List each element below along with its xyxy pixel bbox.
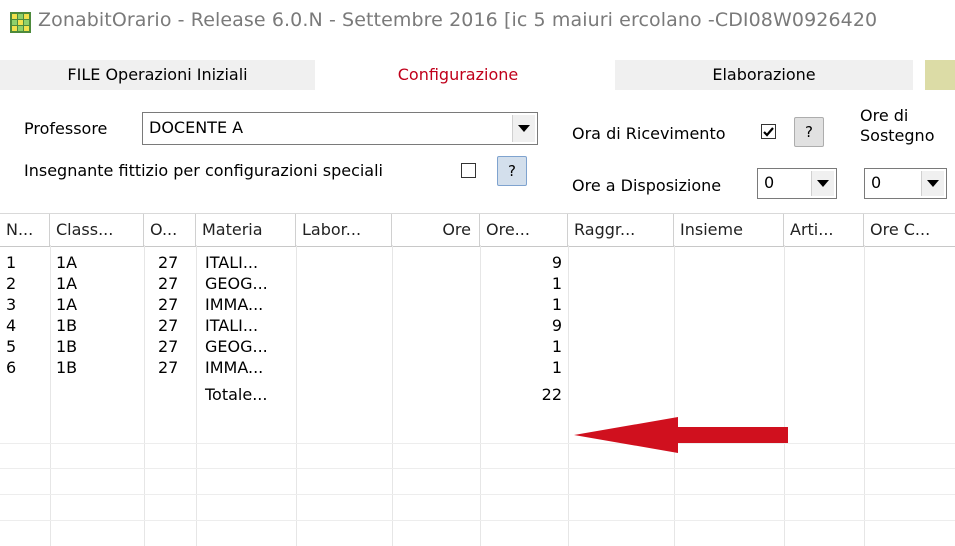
cell-o: 27	[158, 295, 179, 314]
arrow-left-icon	[574, 417, 788, 453]
cell-o: 27	[158, 274, 179, 293]
cell-materia: IMMA...	[205, 358, 264, 377]
cell-ore: 1	[551, 274, 562, 293]
column-header[interactable]: N...	[0, 214, 50, 246]
chevron-down-icon[interactable]	[811, 171, 834, 196]
cell-materia: GEOG...	[205, 274, 268, 293]
column-header[interactable]: Ore C...	[864, 214, 955, 246]
row-divider	[0, 468, 955, 469]
disposizione-select[interactable]: 0	[757, 168, 837, 199]
row-divider	[0, 443, 955, 444]
cell-o: 27	[158, 337, 179, 356]
cell-materia: ITALI...	[205, 253, 259, 272]
cell-n: 4	[6, 316, 17, 335]
fittizio-help-button[interactable]: ?	[497, 156, 527, 186]
column-header[interactable]: Arti...	[784, 214, 864, 246]
cell-ore: 1	[551, 337, 562, 356]
row-divider	[0, 520, 955, 521]
column-header[interactable]: Raggr...	[568, 214, 674, 246]
disposizione-label: Ore a Disposizione	[572, 176, 722, 195]
sostegno-label: Ore di Sostegno	[860, 106, 934, 146]
cell-n: 1	[6, 253, 17, 272]
table-header: N... Class... O... Materia Labor... Ore …	[0, 213, 955, 247]
column-header[interactable]: O...	[144, 214, 196, 246]
fittizio-checkbox[interactable]	[461, 163, 476, 178]
cell-ore: 1	[551, 295, 562, 314]
tab-configurazione[interactable]: Configurazione	[338, 60, 578, 90]
cell-n: 3	[6, 295, 17, 314]
hours-table[interactable]: N... Class... O... Materia Labor... Ore …	[0, 213, 955, 546]
cell-o: 27	[158, 253, 179, 272]
total-label: Totale...	[205, 385, 268, 404]
cell-ore: 1	[551, 358, 562, 377]
cell-ore: 9	[551, 316, 562, 335]
professore-value: DOCENTE A	[149, 118, 244, 137]
cell-n: 5	[6, 337, 17, 356]
sostegno-label-line1: Ore di	[860, 106, 909, 125]
professore-select[interactable]: DOCENTE A	[142, 112, 538, 145]
cell-classe: 1A	[56, 274, 78, 293]
cell-classe: 1A	[56, 253, 78, 272]
cell-n: 2	[6, 274, 17, 293]
sostegno-label-line2: Sostegno	[860, 126, 935, 145]
cell-materia: GEOG...	[205, 337, 268, 356]
cell-ore: 9	[551, 253, 562, 272]
table-row[interactable]: 1 1A 27 ITALI... 9	[0, 252, 955, 273]
table-row[interactable]: 6 1B 27 IMMA... 1	[0, 357, 955, 378]
column-header[interactable]: Ore	[392, 214, 480, 246]
sostegno-select[interactable]: 0	[864, 168, 947, 199]
fittizio-label: Insegnante fittizio per configurazioni s…	[24, 161, 383, 180]
table-row[interactable]: 4 1B 27 ITALI... 9	[0, 315, 955, 336]
column-header[interactable]: Class...	[50, 214, 144, 246]
window-title: ZonabitOrario - Release 6.0.N - Settembr…	[38, 9, 878, 31]
cell-classe: 1A	[56, 295, 78, 314]
cell-classe: 1B	[56, 316, 78, 335]
total-row[interactable]: Totale... 22	[0, 384, 955, 405]
table-row[interactable]: 3 1A 27 IMMA... 1	[0, 294, 955, 315]
checkmark-icon	[763, 127, 774, 137]
column-header[interactable]: Insieme	[674, 214, 784, 246]
total-value: 22	[541, 385, 562, 404]
app-icon	[10, 12, 31, 33]
ricevimento-checkbox[interactable]	[761, 124, 776, 139]
cell-materia: IMMA...	[205, 295, 264, 314]
disposizione-value: 0	[764, 173, 775, 192]
tab-elaborazione[interactable]: Elaborazione	[615, 60, 913, 90]
cell-o: 27	[158, 316, 179, 335]
title-bar: ZonabitOrario - Release 6.0.N - Settembr…	[0, 0, 955, 46]
column-header[interactable]: Labor...	[296, 214, 392, 246]
table-row[interactable]: 2 1A 27 GEOG... 1	[0, 273, 955, 294]
sostegno-value: 0	[871, 173, 882, 192]
professore-label: Professore	[24, 119, 108, 138]
ricevimento-label: Ora di Ricevimento	[572, 124, 726, 143]
cell-o: 27	[158, 358, 179, 377]
table-row[interactable]: 5 1B 27 GEOG... 1	[0, 336, 955, 357]
cell-classe: 1B	[56, 358, 78, 377]
ricevimento-help-button[interactable]: ?	[794, 117, 824, 147]
column-header[interactable]: Materia	[196, 214, 296, 246]
tab-extra[interactable]	[925, 60, 955, 90]
cell-n: 6	[6, 358, 17, 377]
cell-materia: ITALI...	[205, 316, 259, 335]
chevron-down-icon[interactable]	[921, 171, 944, 196]
chevron-down-icon[interactable]	[512, 115, 535, 142]
tab-file-operazioni[interactable]: FILE Operazioni Iniziali	[0, 60, 315, 90]
row-divider	[0, 494, 955, 495]
cell-classe: 1B	[56, 337, 78, 356]
column-header[interactable]: Ore...	[480, 214, 568, 246]
